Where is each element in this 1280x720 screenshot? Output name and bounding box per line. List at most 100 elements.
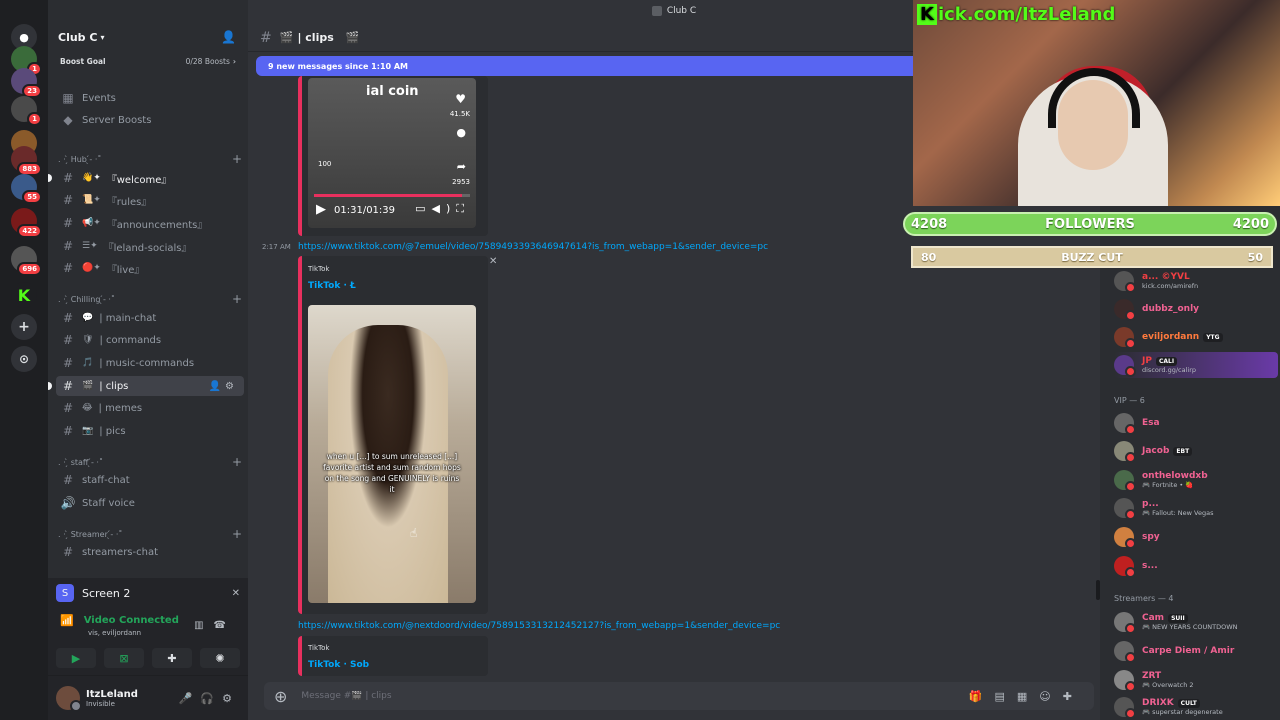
add-server-icon[interactable]: + [11,314,37,340]
embed-title[interactable]: TikTok · Ł [308,281,356,291]
video-controls[interactable]: ▭◀)⛶ [415,202,470,216]
channel-live[interactable]: # 🔴✦ 『live』 [56,258,244,278]
chevron-right-icon: › [232,56,236,66]
member-item[interactable]: spy [1114,524,1276,550]
play-icon[interactable]: ▶ [316,202,326,217]
voice-panel: S Screen 2 ✕ 📶 Video Connected vis, evil… [48,578,248,676]
new-messages-banner[interactable]: 9 new messages since 1:10 AM [256,56,914,76]
channel-settings-icons[interactable]: 👤⚙ [209,381,238,392]
member-item[interactable]: Carpe Diem / Amir [1114,638,1276,664]
server-header[interactable]: Club C ▾ 👤 [48,22,248,52]
video-player[interactable]: when u [...] to sum unreleased [...] fav… [308,305,476,603]
member-item[interactable]: Esa [1114,410,1276,436]
category-hub[interactable]: . · ̗̀ Hub ̖́- ·˚ + [58,152,242,166]
sidebar-item-events[interactable]: ▦ Events [56,88,244,108]
calendar-icon: ▦ [62,91,74,105]
group-label-streamers: Streamers — 4 [1114,594,1174,603]
member-name: eviljordann YTG [1142,332,1223,342]
embed-provider: TikTok [308,644,330,652]
activities-button[interactable]: ✚ [152,648,192,668]
add-channel-icon[interactable]: + [232,527,242,541]
user-info[interactable]: ItzLeland Invisible [86,689,138,708]
channel-commands[interactable]: # 🛡 | commands [56,330,244,350]
video-progress-bar[interactable] [314,194,470,197]
avatar [1114,556,1136,578]
close-icon[interactable]: ✕ [232,588,240,599]
screen-share-button[interactable]: ⊠ [104,648,144,668]
member-item[interactable]: JP CALI discord.gg/calirp [1114,352,1278,378]
server-icon-7[interactable]: 422 [11,208,42,238]
member-item[interactable]: eviljordann YTG [1114,324,1276,350]
sidebar-item-server-boosts[interactable]: ◆ Server Boosts [56,110,244,130]
member-item[interactable]: p... 🎮 Fallout: New Vegas [1114,495,1276,521]
server-icon-2[interactable]: 23 [11,68,42,98]
avatar[interactable] [56,686,82,712]
channel-streamers-chat[interactable]: # streamers-chat [56,542,244,562]
member-item[interactable]: a... ©YVL kick.com/amirefn [1114,268,1276,294]
boost-goal[interactable]: Boost Goal 0/28 Boosts › [48,53,248,69]
camera-button[interactable]: ▶ [56,648,96,668]
member-item[interactable]: dubbz_only [1114,296,1276,322]
channel-music-commands[interactable]: # 🎵 | music-commands [56,353,244,373]
screen-share-row[interactable]: S Screen 2 ✕ [56,582,240,604]
soundboard-button[interactable]: ✺ [200,648,240,668]
user-status: Invisible [86,699,115,708]
member-item[interactable]: DRIXK CULT 🎮 superstar degenerate [1114,694,1276,720]
channel-staff-voice[interactable]: 🔊 Staff voice [56,493,244,513]
invite-people-icon[interactable]: 👤 [221,30,236,44]
channel-rules[interactable]: # 📜✦ 『rules』 [56,190,244,210]
tiktok-link[interactable]: https://www.tiktok.com/@7emuel/video/758… [298,242,768,252]
kick-server-icon[interactable]: K [11,282,37,308]
embed-title[interactable]: TikTok · Sob [308,660,369,670]
clapper-icon: 🎬 [345,31,360,44]
composer-tools[interactable]: 🎁▤▦☺✚ [969,690,1084,703]
add-attachment-icon[interactable]: ⊕ [274,687,287,706]
channel-announcements[interactable]: # 📢✦ 『announcements』 [56,213,244,233]
channel-label: | memes [98,402,143,414]
member-name: spy [1142,532,1160,542]
category-streamer[interactable]: . · ̗̀ Streamer ̖́- ·˚ + [58,527,242,541]
avatar [1114,641,1136,663]
tiktok-link[interactable]: https://www.tiktok.com/@nextdoord/video/… [298,621,780,631]
channel-emoji: 😂 [82,403,93,413]
member-item[interactable]: Cam SUII 🎮 NEW YEARS COUNTDOWN [1114,609,1276,635]
like-count: 41.5K [449,110,470,118]
add-channel-icon[interactable]: + [232,152,242,166]
channel-staff-chat[interactable]: # staff-chat [56,470,244,490]
voice-status[interactable]: 📶 Video Connected [60,614,179,627]
category-chilling[interactable]: . · ̗̀ Chilling ̖́- ·˚ + [58,292,242,306]
member-item[interactable]: onthelowdxb 🎮 Fortnite • 🍓 [1114,467,1276,493]
discover-icon[interactable]: ⊙ [11,346,37,372]
channel-label: staff-chat [82,474,130,486]
member-item[interactable]: s... [1114,553,1276,579]
member-name-text: eviljordann [1142,332,1200,342]
channel-clips[interactable]: # 🎬 | clips 👤⚙ [48,376,244,396]
close-icon[interactable]: ✕ [489,256,497,267]
member-item[interactable]: ZRT 🎮 Overwatch 2 [1114,667,1276,693]
server-icon-6[interactable]: 55 [11,174,42,204]
video-player[interactable]: ial coin ♥ 41.5K ● ➦ 2953 100 ▶ 01:31/01… [308,78,476,228]
category-staff[interactable]: . · ̗̀ staff ̖́- ·˚ + [58,455,242,469]
member-tag: CULT [1177,699,1200,708]
category-label: . · ̗̀ staff ̖́- ·˚ [58,457,103,467]
message-input[interactable] [301,691,802,701]
server-icon-5[interactable]: 883 [11,146,42,176]
add-channel-icon[interactable]: + [232,455,242,469]
channel-leland-socials[interactable]: # ☰✦ 『leland-socials』 [56,236,244,256]
voice-tools[interactable]: ▥☎ [194,620,236,631]
channel-memes[interactable]: # 😂 | memes [56,398,244,418]
add-channel-icon[interactable]: + [232,292,242,306]
sidebar-item-label: Server Boosts [82,114,152,126]
channel-pics[interactable]: # 📷 | pics [56,421,244,441]
member-item[interactable]: Jacob EBT [1114,438,1276,464]
server-icon-8[interactable]: 696 [11,246,42,276]
channel-main-chat[interactable]: # 💬 | main-chat [56,308,244,328]
kick-url-overlay: Kick.com/ItzLeland [917,4,1115,25]
member-name: dubbz_only [1142,304,1200,314]
channel-label: streamers-chat [82,546,159,558]
server-icon-3[interactable]: 1 [11,96,42,126]
user-controls[interactable]: 🎤🎧⚙ [179,692,240,705]
channel-welcome[interactable]: # 👋✦ 『welcome』 [48,168,244,188]
channel-emoji: 🎵 [82,358,94,368]
channel-emoji: 🎬 [82,381,94,391]
